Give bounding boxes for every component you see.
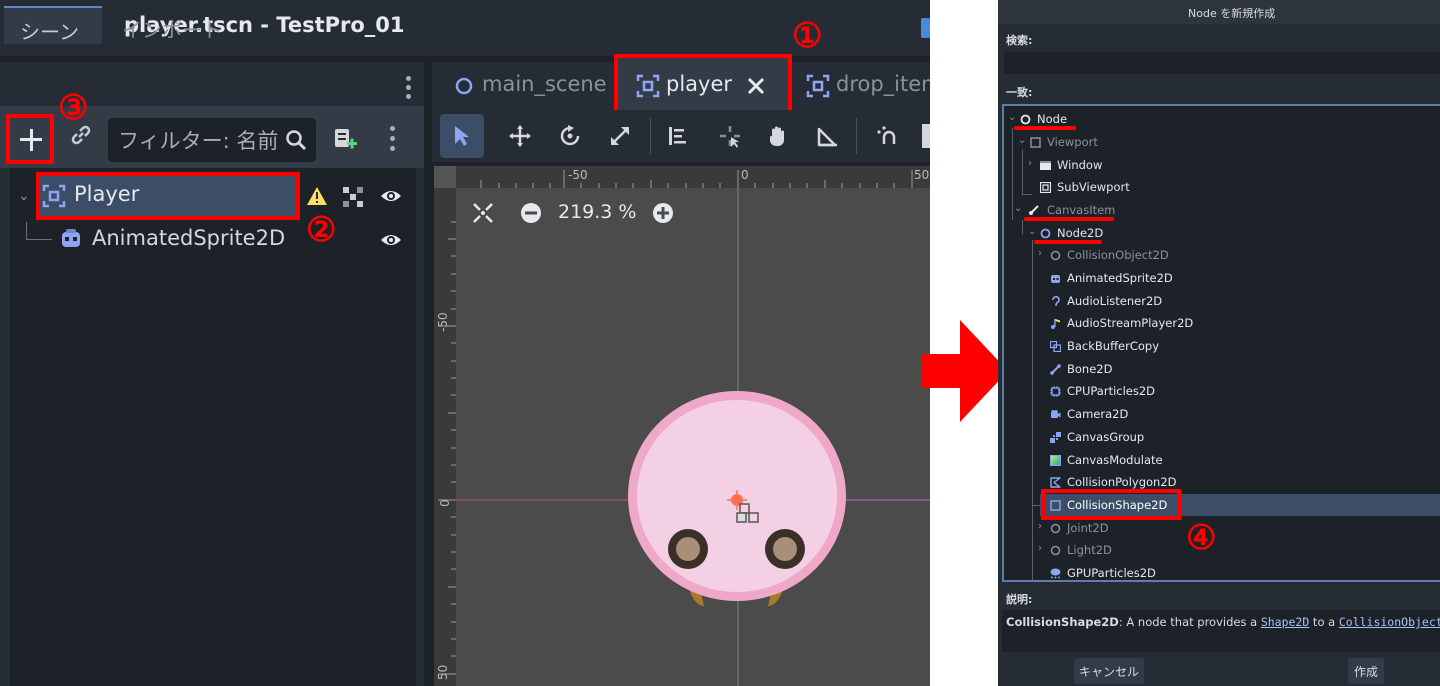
description-body: to a [1309, 615, 1339, 629]
brush-icon [1029, 205, 1039, 215]
matches-label: 一致: [1006, 86, 1033, 99]
animated-sprite-icon [1051, 275, 1060, 283]
circle-icon [1050, 523, 1061, 534]
highlight-underline [1014, 126, 1076, 130]
scene-tree-label-player: Player [74, 182, 140, 206]
polygon-icon [1050, 477, 1061, 488]
list-select-icon[interactable] [666, 124, 690, 148]
viewport-icon [1030, 137, 1041, 148]
search-icon [286, 130, 307, 151]
toolbar-divider [650, 118, 651, 154]
add-child-node-button[interactable] [6, 114, 54, 164]
grid-snap-icon[interactable] [922, 124, 930, 148]
zoom-level[interactable]: 219.3 % [558, 201, 637, 223]
cursor-arrow-icon [455, 126, 469, 146]
close-icon[interactable] [746, 76, 766, 96]
snap-icon[interactable] [876, 124, 900, 148]
warning-icon[interactable] [306, 186, 328, 206]
pan-hand-icon[interactable] [766, 124, 790, 148]
animated-sprite-icon [62, 229, 80, 247]
circle-icon [1050, 250, 1061, 261]
node2d-icon [806, 74, 830, 98]
ear-icon [1052, 296, 1060, 307]
ruler-label: -50 [568, 168, 588, 182]
annotation-4: ④ [1186, 518, 1217, 558]
description-body: : A node that provides a [1118, 615, 1261, 629]
tab-scene[interactable]: シーン [4, 6, 102, 44]
create-button[interactable]: 作成 [1348, 658, 1384, 684]
select-mode-button[interactable] [440, 114, 484, 158]
description-node-name: CollisionShape2D [1006, 615, 1119, 629]
annotation-2: ② [306, 210, 337, 250]
tree-connector [26, 239, 52, 240]
ruler-label: 0 [437, 499, 452, 507]
ruler-label: 0 [741, 168, 749, 182]
subviewport-icon [1040, 182, 1051, 193]
chevron-down-icon[interactable]: ⌄ [18, 188, 30, 204]
zoom-in-icon[interactable] [652, 202, 674, 224]
ruler-label: 50 [436, 664, 450, 680]
window-icon [1040, 161, 1051, 170]
node2d-icon [636, 74, 660, 98]
move-tool-icon[interactable] [508, 124, 532, 148]
dialog-title: Node を新規作成 [1188, 7, 1276, 20]
pivot-tool-icon[interactable] [718, 124, 742, 148]
circle-icon [1050, 545, 1061, 556]
camera-icon [1051, 410, 1061, 418]
scale-tool-icon[interactable] [608, 124, 632, 148]
cpu-icon [1050, 386, 1061, 397]
music-note-icon [1051, 319, 1060, 329]
titlebar-accent [921, 18, 930, 38]
tree-connector [26, 222, 27, 240]
visibility-eye-icon[interactable] [380, 186, 402, 206]
search-label: 検索: [1006, 34, 1033, 47]
tab-main-scene[interactable]: main_scene [482, 72, 607, 96]
center-view-icon[interactable] [472, 202, 494, 224]
tab-drop-item[interactable]: drop_item [836, 72, 930, 96]
node2d-circle-icon [1040, 228, 1051, 239]
ruler-tool-icon[interactable] [816, 124, 840, 148]
visibility-eye-icon[interactable] [380, 230, 402, 250]
annotation-3: ③ [58, 88, 89, 128]
annotation-1: ① [792, 16, 823, 56]
cancel-button[interactable]: キャンセル [1074, 658, 1144, 684]
tab-player-label: player [666, 72, 733, 96]
toolbar-divider [856, 118, 857, 154]
arrow-right-icon [922, 320, 1008, 422]
description-link-shape2d[interactable]: Shape2D [1261, 615, 1309, 629]
tab-import[interactable]: インポート [106, 6, 246, 44]
scene-dock-menu-icon[interactable] [388, 124, 398, 156]
2d-viewport[interactable] [434, 166, 930, 686]
rotate-tool-icon[interactable] [558, 124, 582, 148]
canvas-group-icon [1050, 432, 1061, 443]
highlight-underline [1034, 240, 1102, 244]
ruler-horizontal [434, 166, 930, 188]
description-text: CollisionShape2D: A node that provides a… [1006, 615, 1440, 629]
dock-options-icon[interactable] [404, 74, 414, 102]
node-search-input[interactable] [1004, 52, 1440, 74]
particles-icon [1050, 568, 1061, 579]
description-label: 説明: [1006, 593, 1033, 606]
node-circle-icon [455, 77, 473, 95]
description-link-collisionobject2d[interactable]: CollisionObject2D [1339, 615, 1440, 629]
color-gradient-icon [1050, 455, 1061, 466]
node-circle-icon [1020, 114, 1031, 125]
ruler-vertical [434, 166, 456, 686]
attach-script-icon[interactable] [332, 126, 358, 154]
scene-tree-label-animatedsprite2d[interactable]: AnimatedSprite2D [92, 226, 285, 250]
ruler-label: -50 [436, 312, 450, 332]
ruler-label: 50 [914, 168, 930, 182]
copy-icon [1050, 341, 1061, 352]
bone-icon [1050, 364, 1061, 375]
scene-filter-placeholder: フィルター: 名前 [118, 129, 278, 153]
viewport-canvas [456, 188, 930, 686]
zoom-out-icon[interactable] [520, 202, 542, 224]
highlight-box [1041, 489, 1181, 520]
node2d-icon [42, 184, 66, 208]
group-selected-icon[interactable] [342, 186, 364, 208]
highlight-underline [1024, 217, 1114, 221]
